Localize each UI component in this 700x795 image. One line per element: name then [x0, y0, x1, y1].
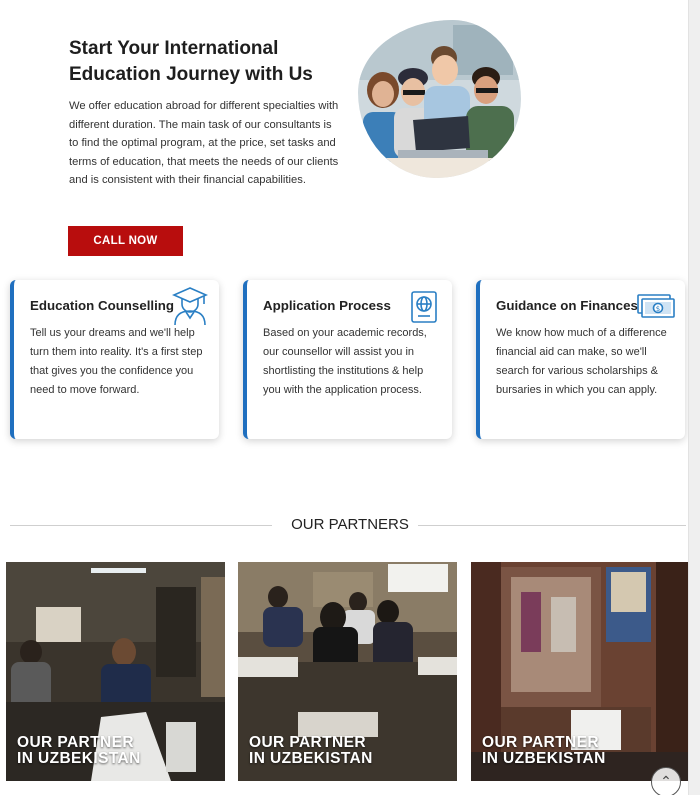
services-section: Education Counselling Tell us your dream… — [0, 280, 700, 440]
service-card-education-counselling[interactable]: Education Counselling Tell us your dream… — [10, 280, 219, 439]
call-now-button[interactable]: CALL NOW — [68, 226, 183, 256]
service-card-application-process[interactable]: Application Process Based on your academ… — [243, 280, 452, 439]
hero-description: We offer education abroad for different … — [69, 100, 339, 187]
hero-title-line1: Start Your International — [69, 38, 279, 59]
partner-label: OUR PARTNER IN UZBEKISTAN — [17, 735, 141, 767]
service-card-title: Education Counselling — [30, 298, 175, 313]
money-icon: $ — [637, 294, 677, 325]
hero-title: Start Your International Education Journ… — [69, 36, 359, 88]
service-card-title: Application Process — [263, 298, 391, 313]
partner-label-line2: IN UZBEKISTAN — [17, 750, 141, 767]
service-card-guidance-on-finances[interactable]: Guidance on Finances $ We know how much … — [476, 280, 685, 439]
page-scrollbar[interactable] — [688, 0, 700, 795]
service-card-text: Based on your academic records, our coun… — [263, 327, 427, 396]
scroll-to-top-button[interactable]: ⌃ — [651, 767, 681, 795]
svg-text:$: $ — [656, 305, 660, 313]
service-card-title: Guidance on Finances — [496, 298, 638, 313]
partner-label-line2: IN UZBEKISTAN — [249, 750, 373, 767]
service-card-text: Tell us your dreams and we'll help turn … — [30, 327, 203, 396]
partner-label-line1: OUR PARTNER — [482, 734, 599, 751]
hero-title-line2: Education Journey with Us — [69, 64, 313, 85]
divider-right — [418, 525, 686, 526]
partner-card[interactable]: OUR PARTNER IN UZBEKISTAN — [238, 562, 457, 781]
partner-label-line1: OUR PARTNER — [249, 734, 366, 751]
partner-card[interactable]: OUR PARTNER IN UZBEKISTAN — [471, 562, 690, 781]
partner-label-line2: IN UZBEKISTAN — [482, 750, 606, 767]
partner-label: OUR PARTNER IN UZBEKISTAN — [482, 735, 606, 767]
partners-heading: OUR PARTNERS — [0, 515, 700, 537]
chevron-up-icon: ⌃ — [660, 773, 672, 789]
partner-card[interactable]: OUR PARTNER IN UZBEKISTAN — [6, 562, 225, 781]
partner-label-line1: OUR PARTNER — [17, 734, 134, 751]
hero-section: Start Your International Education Journ… — [0, 0, 700, 270]
students-group-photo — [358, 20, 521, 178]
service-card-text: We know how much of a difference financi… — [496, 327, 667, 396]
partner-label: OUR PARTNER IN UZBEKISTAN — [249, 735, 373, 767]
